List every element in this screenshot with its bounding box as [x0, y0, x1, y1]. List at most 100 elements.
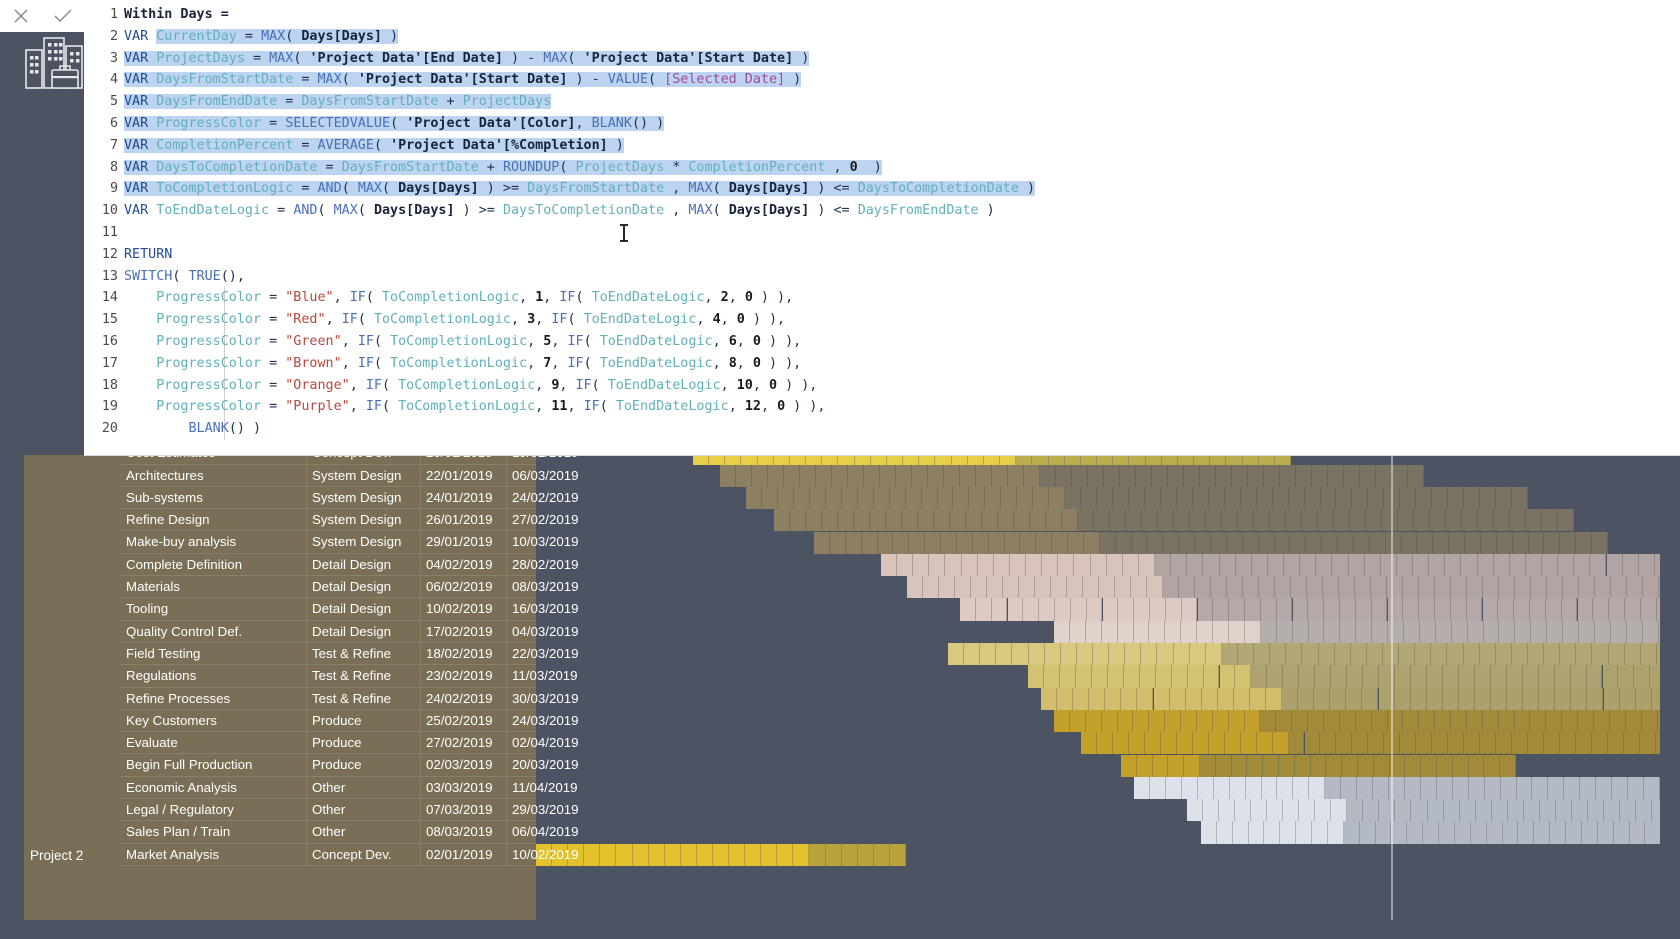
gantt-bar-segment: [1435, 709, 1452, 733]
table-row[interactable]: Field Testing Test & Refine 18/02/2019 22/0…: [120, 642, 579, 666]
code-line[interactable]: 7 VAR CompletionPercent = AVERAGE( 'Proje…: [84, 135, 1680, 157]
gantt-bar[interactable]: [1187, 799, 1660, 822]
code-line[interactable]: 10 VAR ToEndDateLogic = AND( MAX( Days[Da…: [84, 200, 1680, 222]
gantt-bar-segment: [1512, 486, 1528, 510]
code-line[interactable]: 9 VAR ToCompletionLogic = AND( MAX( Days[…: [84, 178, 1680, 200]
column-divider: [506, 598, 507, 620]
table-row[interactable]: Economic Analysis Other 03/03/2019 11/04/20…: [120, 776, 578, 800]
gantt-bar-segment: [1094, 509, 1110, 532]
code-token: CompletionPercent: [156, 137, 294, 153]
gantt-bar[interactable]: [814, 531, 1608, 554]
cell-phase: Other: [312, 779, 346, 795]
gantt-visual[interactable]: Project 1Project 2 Rough PrototypesConce…: [24, 420, 1660, 920]
gantt-bar[interactable]: [1054, 709, 1660, 733]
code-token: 2: [720, 290, 729, 306]
code-token: 0: [752, 355, 761, 371]
code-token: (: [567, 312, 584, 328]
table-row[interactable]: Sales Plan / Train Other 08/03/2019 06/04/2…: [120, 821, 579, 844]
gantt-bar[interactable]: [1041, 687, 1660, 710]
code-line[interactable]: 16 ProgressColor = "Green", IF( ToComple…: [84, 330, 1680, 353]
gantt-bar[interactable]: [881, 553, 1660, 577]
table-row[interactable]: Materials Detail Design 06/02/2019 08/03/20…: [120, 576, 579, 599]
code-line[interactable]: 8 VAR DaysToCompletionDate = DaysFromStar…: [84, 157, 1680, 179]
gantt-bar-segment: [1238, 509, 1254, 532]
gantt-bar-segment: [1657, 709, 1660, 733]
gantt-bar-segment: [1405, 754, 1422, 777]
table-row[interactable]: Refine Processes Test & Refine 24/02/2019 3…: [120, 687, 579, 710]
gantt-bar-segment: [1496, 486, 1513, 510]
gantt-bar[interactable]: [907, 576, 1660, 599]
gantt-bar-segment: [1187, 799, 1204, 822]
code-text: VAR CurrentDay = MAX( Days[Days] ): [124, 26, 399, 48]
code-line[interactable]: 1 Within Days =: [84, 4, 1680, 26]
gantt-bar[interactable]: [1201, 821, 1660, 844]
table-row[interactable]: Market Analysis Concept Dev. 02/01/2019 10/…: [120, 843, 579, 866]
gantt-bar[interactable]: [1081, 732, 1660, 755]
line-number: 14: [101, 290, 118, 306]
gantt-bar-segment: [1101, 620, 1118, 643]
buildings-briefcase-icon: [22, 36, 86, 90]
code-line[interactable]: 5 VAR DaysFromEndDate = DaysFromStartDate…: [84, 91, 1680, 113]
table-row[interactable]: Architectures System Design 22/01/2019 06/0…: [120, 464, 579, 487]
gantt-bar[interactable]: [1134, 776, 1660, 800]
code-line[interactable]: 11: [84, 222, 1680, 244]
gantt-bar-segment: [1658, 620, 1660, 643]
code-line[interactable]: 14 ProgressColor = "Blue", IF( ToComplet…: [84, 287, 1680, 310]
table-row[interactable]: Begin Full Production Produce 02/03/2019 20…: [120, 754, 579, 777]
gantt-bar-segment: [1201, 821, 1217, 844]
code-line[interactable]: 4 VAR DaysFromStartDate = MAX( 'Project D…: [84, 69, 1680, 91]
gantt-bar-segment: [1099, 576, 1115, 599]
code-line[interactable]: 3 VAR ProjectDays = MAX( 'Project Data'[E…: [84, 48, 1680, 70]
table-row[interactable]: Sub-systems System Design 24/01/2019 24/02/…: [120, 486, 579, 510]
table-row[interactable]: Tooling Detail Design 10/02/2019 16/03/2019: [120, 598, 579, 621]
task-matrix[interactable]: Rough PrototypesConcept Dev.06/01/201930…: [120, 420, 579, 920]
gantt-bar-segment: [1235, 665, 1252, 688]
gantt-bar-segment: [877, 531, 894, 554]
code-line[interactable]: 13 SWITCH( TRUE(),: [84, 266, 1680, 288]
code-line[interactable]: 2 VAR CurrentDay = MAX( Days[Days] ): [84, 26, 1680, 48]
gantt-bar-segment: [1368, 486, 1385, 510]
column-divider: [306, 509, 307, 531]
code-area[interactable]: 1 Within Days = 2 VAR CurrentDay = MAX( Day…: [84, 0, 1680, 440]
code-line[interactable]: 17 ProgressColor = "Brown", IF( ToComple…: [84, 352, 1680, 375]
gantt-bar-segment: [1110, 509, 1126, 532]
gantt-bar-segment: [1049, 486, 1066, 510]
code-token: IF: [357, 333, 374, 349]
table-row[interactable]: Refine Design System Design 26/01/2019 27/0…: [120, 509, 579, 532]
table-row[interactable]: Evaluate Produce 27/02/2019 02/04/2019: [120, 732, 579, 755]
gantt-bar-segment: [632, 843, 649, 866]
gantt-bar[interactable]: [720, 464, 1424, 487]
table-row[interactable]: Make-buy analysis System Design 29/01/2019…: [120, 531, 579, 554]
gantt-bar[interactable]: [1054, 620, 1660, 643]
code-line[interactable]: 6 VAR ProgressColor = SELECTEDVALUE( 'Pro…: [84, 113, 1680, 135]
gantt-bar-segment: [1181, 620, 1198, 643]
gantt-bar-segment: [1651, 687, 1660, 710]
gantt-bar-segment: [1093, 643, 1110, 666]
gantt-bar-segment: [881, 553, 898, 577]
gantt-bar[interactable]: [960, 598, 1660, 621]
code-line[interactable]: 15 ProgressColor = "Red", IF( ToCompleti…: [84, 309, 1680, 331]
gantt-bar-segment: [1251, 665, 1268, 688]
code-line[interactable]: 20 BLANK() ): [84, 418, 1680, 440]
code-line[interactable]: 18 ProgressColor = "Orange", IF( ToCompl…: [84, 374, 1680, 397]
code-line[interactable]: 19 ProgressColor = "Purple", IF( ToCompl…: [84, 396, 1680, 419]
table-row[interactable]: Complete Definition Detail Design 04/02/20…: [120, 553, 579, 577]
gantt-bar[interactable]: [1121, 754, 1516, 777]
table-row[interactable]: Quality Control Def. Detail Design 17/02/2…: [120, 620, 579, 643]
gantt-bar[interactable]: [1028, 665, 1660, 688]
gantt-bar-segment: [907, 576, 923, 599]
dax-formula-editor[interactable]: 1 Within Days = 2 VAR CurrentDay = MAX( Day…: [84, 0, 1680, 456]
gantt-bar[interactable]: [774, 509, 1574, 532]
code-line[interactable]: 12 RETURN: [84, 244, 1680, 266]
checkmark-icon[interactable]: [48, 2, 78, 30]
gantt-bar[interactable]: [948, 643, 1660, 666]
code-token: 'Project Data'[Start Date]: [357, 72, 568, 88]
table-row[interactable]: Key Customers Produce 25/02/2019 24/03/2019: [120, 709, 579, 733]
gantt-plot-area[interactable]: [536, 420, 1660, 920]
gantt-bar[interactable]: [746, 486, 1528, 510]
gantt-bar-segment: [1483, 576, 1499, 599]
gantt-bar-segment: [1039, 598, 1055, 621]
table-row[interactable]: Legal / Regulatory Other 07/03/2019 29/03/2…: [120, 799, 579, 822]
table-row[interactable]: Regulations Test & Refine 23/02/2019 11/03/…: [120, 665, 578, 688]
close-x-icon[interactable]: [6, 2, 36, 30]
